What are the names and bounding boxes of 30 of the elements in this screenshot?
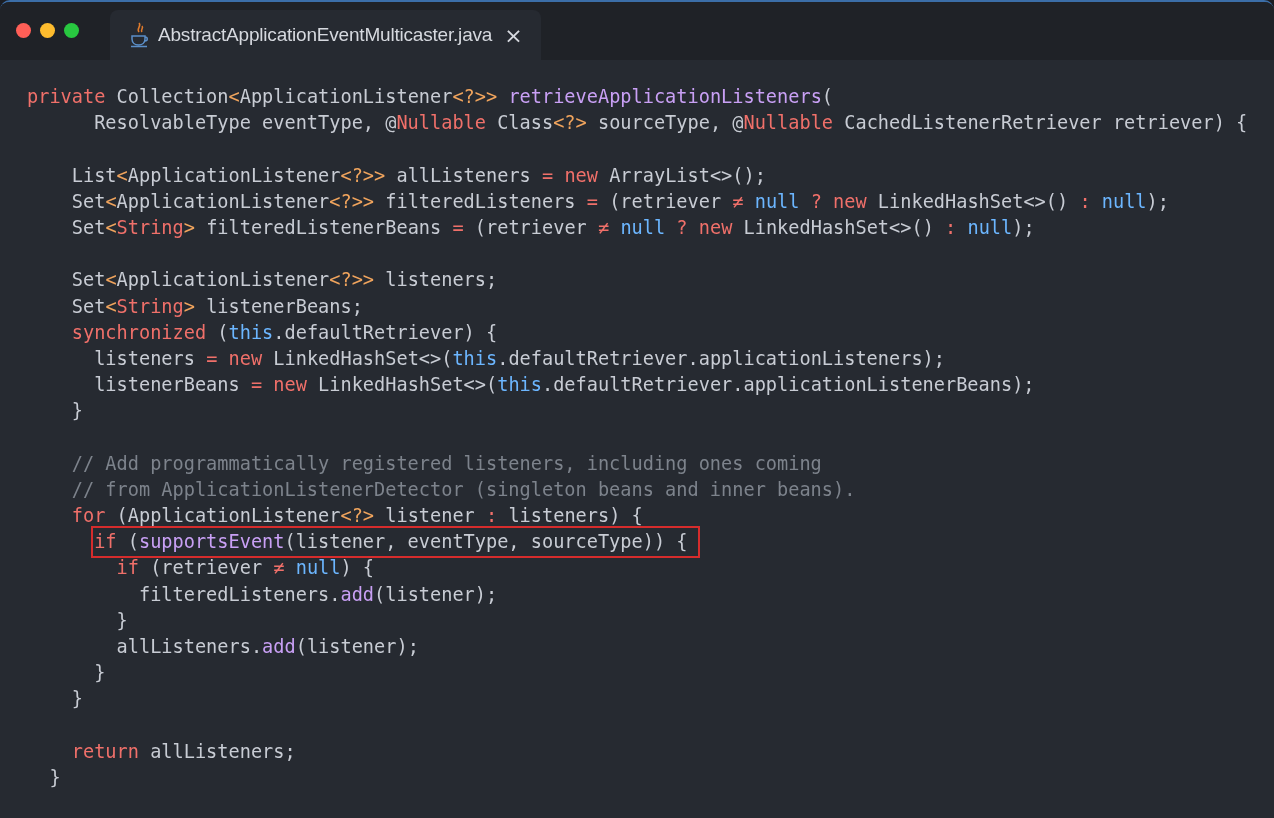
code-line: } [71,687,83,712]
code-line: ResolvableType eventType, @Nullable Class<?> sourceType, @Nullable CachedListenerRetriever retriever) { [94,111,1248,136]
code-line: } [94,661,106,686]
code-line: if (retriever ≠ null) { [116,556,375,581]
tab-title: AbstractApplicationEventMulticaster.java [158,24,493,46]
file-tab[interactable]: AbstractApplicationEventMulticaster.java × [110,10,541,60]
minimize-window-button[interactable] [40,23,55,38]
code-line: synchronized (this.defaultRetriever) { [71,320,498,345]
code-line: listenerBeans = new LinkedHashSet<>(this.defaultRetriever.applicationListenerBeans); [94,373,1035,398]
code-line: List<ApplicationListener<?>> allListeners = new ArrayList<>(); [71,163,766,188]
coffee-cup-icon [130,22,150,48]
code-line: Set<ApplicationListener<?>> filteredListeners = (retriever ≠ null ? new LinkedHashSet<>() : null); [71,189,1169,214]
code-line: listeners = new LinkedHashSet<>(this.defaultRetriever.applicationListeners); [94,346,945,371]
code-line: } [71,399,83,424]
code-line: // Add programmatically registered listeners, including ones coming [71,451,822,476]
code-line: } [116,608,128,633]
code-line: return allListeners; [71,739,296,764]
code-line: Set<String> listenerBeans; [71,294,363,319]
code-line: } [49,765,61,790]
code-line: // from ApplicationListenerDetector (singleton beans and inner beans). [71,477,856,502]
close-tab-button[interactable]: × [504,22,523,48]
code-line: Set<String> filteredListenerBeans = (retriever ≠ null ? new LinkedHashSet<>() : null); [71,215,1035,240]
close-window-button[interactable] [16,23,31,38]
zoom-window-button[interactable] [64,23,79,38]
code-line: Set<ApplicationListener<?>> listeners; [71,268,498,293]
code-line: private Collection<ApplicationListener<?>> retrieveApplicationListeners( [27,85,834,109]
code-line: allListeners.add(listener); [116,634,419,659]
code-line: filteredListeners.add(listener); [138,582,498,607]
code-line: if (supportsEvent(listener, eventType, sourceType)) { [94,529,698,556]
code-line: for (ApplicationListener<?> listener : listeners) { [71,504,643,528]
